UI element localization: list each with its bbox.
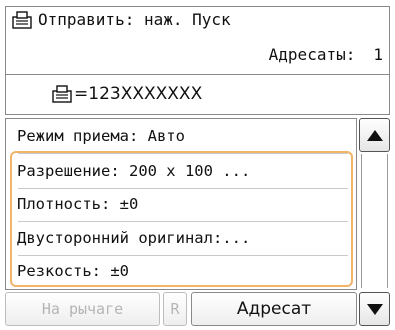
triangle-up-icon xyxy=(366,126,383,145)
status-header: Отправить: наж. Пуск Адресаты: 1 xyxy=(5,6,390,75)
divider xyxy=(18,153,348,154)
settings-list: Режим приема: Авто Разрешение: 200 x 100… xyxy=(5,118,357,290)
scroll-track[interactable] xyxy=(361,154,388,288)
fax-icon xyxy=(52,85,72,103)
r-button[interactable]: R xyxy=(163,292,187,326)
menu-item-resolution[interactable]: Разрешение: 200 x 100 ... xyxy=(11,156,351,186)
recipients-count: 1 xyxy=(373,45,383,64)
equals-sign: = xyxy=(74,84,89,104)
destination-number: 123XXXXXXX xyxy=(88,84,203,104)
triangle-down-icon xyxy=(366,300,383,319)
scroll-down-button[interactable] xyxy=(359,292,390,326)
send-status-line: Отправить: наж. Пуск xyxy=(12,10,231,29)
scrollbar xyxy=(359,118,390,328)
fax-icon xyxy=(12,10,32,29)
send-status-text: Отправить: наж. Пуск xyxy=(38,10,231,29)
scroll-up-button[interactable] xyxy=(359,118,390,152)
bottom-bar: На рычаге R Адресат xyxy=(5,292,357,328)
menu-item-duplex-original[interactable]: Двусторонний оригинал:... xyxy=(11,223,351,253)
recipients-line: Адресаты: 1 xyxy=(269,45,383,64)
on-hook-button[interactable]: На рычаге xyxy=(5,292,160,326)
destination-row[interactable]: = 123XXXXXXX xyxy=(5,75,390,115)
divider xyxy=(18,221,348,222)
menu-item-sharpness[interactable]: Резкость: ±0 xyxy=(11,256,351,286)
menu-item-receive-mode[interactable]: Режим приема: Авто xyxy=(11,121,351,151)
menu-item-density[interactable]: Плотность: ±0 xyxy=(11,189,351,219)
recipients-label: Адресаты: xyxy=(268,45,356,64)
address-button[interactable]: Адресат xyxy=(191,292,357,326)
